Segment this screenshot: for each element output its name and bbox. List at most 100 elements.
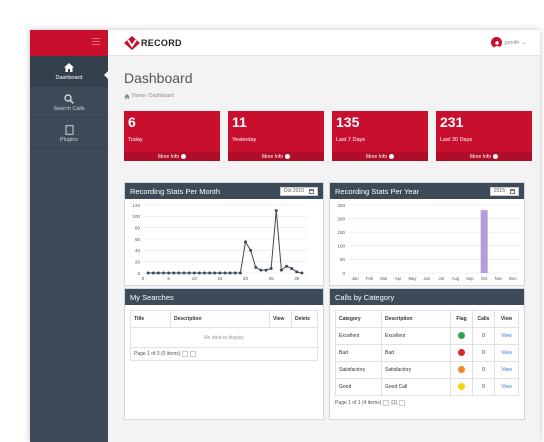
cell-view[interactable]: View — [494, 361, 519, 379]
cell-description: Bad — [381, 344, 451, 362]
x-tick-label: Jul — [438, 276, 443, 281]
user-menu[interactable]: jsmith ⌄ — [491, 37, 526, 48]
cell-view[interactable]: View — [494, 344, 519, 362]
sidebar-item-label: Plugins — [59, 137, 79, 143]
more-info-label: More Info — [365, 153, 388, 160]
sidebar-item-search-calls[interactable]: Search Calls — [30, 87, 108, 118]
table-row: Bad Bad 0 View — [335, 344, 519, 362]
home-icon — [63, 62, 75, 73]
calls-table: Category Description Flag Calls View Exc… — [335, 310, 519, 396]
data-point — [290, 266, 294, 270]
calls-by-category-panel: Calls by Category Category Description F… — [329, 288, 525, 420]
data-point — [249, 248, 253, 252]
data-point — [269, 266, 273, 270]
logo-text: RECORD — [141, 38, 182, 48]
month-selector-value: Oct 2015 — [283, 188, 304, 194]
x-tick-label: Jan — [352, 276, 359, 281]
cell-category: Good — [335, 378, 382, 396]
logo[interactable]: RECORD — [124, 36, 182, 50]
x-tick-label: Oct — [481, 276, 488, 281]
tile-label: Yesterday — [232, 137, 257, 143]
column-header[interactable]: Delete — [291, 310, 318, 328]
home-icon — [124, 93, 130, 99]
prev-page-button[interactable] — [182, 351, 189, 357]
column-header[interactable]: Description — [170, 310, 270, 328]
calendar-icon — [309, 188, 314, 194]
tile-last-30-days: 231 Last 30 Days More Info — [436, 111, 532, 161]
column-header[interactable]: Calls — [472, 310, 495, 328]
sidebar-item-dashboard[interactable]: Dashboard — [30, 56, 109, 87]
table-row: Excellent Excellent 0 View — [335, 327, 519, 345]
sidebar-header — [30, 30, 108, 56]
cell-category: Excellent — [335, 327, 382, 345]
x-tick-label: Jun — [423, 276, 430, 281]
x-tick-label: 5 — [167, 276, 170, 281]
x-tick-label: Nov — [495, 276, 503, 281]
data-point — [295, 270, 299, 274]
breadcrumb-separator-icon: › — [146, 93, 149, 99]
data-point — [213, 271, 217, 275]
data-point — [197, 271, 201, 275]
pager-text: Page 1 of 0 (0 items) — [134, 351, 181, 357]
cell-description: Excellent — [381, 327, 451, 345]
breadcrumb-home[interactable]: Home — [132, 93, 145, 99]
cell-description: Satisfactory — [381, 361, 451, 379]
more-info-link[interactable]: More Info — [436, 152, 532, 161]
x-tick-label: 30 — [294, 276, 300, 281]
more-info-link[interactable]: More Info — [228, 152, 324, 161]
avatar-icon — [491, 37, 503, 48]
panel-header: Recording Stats Per Month Oct 2015 — [125, 183, 323, 199]
breadcrumb: Home › Dashboard — [124, 93, 532, 99]
cell-flag — [450, 378, 473, 396]
cell-flag — [450, 344, 473, 362]
column-header[interactable]: Flag — [450, 310, 473, 328]
arrow-circle-icon — [493, 154, 499, 159]
table-row: Satisfactory Satisfactory 0 View — [335, 361, 519, 379]
column-header[interactable]: Title — [130, 310, 171, 328]
data-point — [146, 271, 150, 275]
data-point — [162, 271, 165, 275]
column-header[interactable]: View — [269, 310, 292, 328]
column-header[interactable]: View — [494, 310, 519, 328]
flag-icon — [458, 365, 465, 373]
table-row: Good Good Call 0 View — [335, 378, 519, 396]
more-info-link[interactable]: More Info — [124, 152, 220, 161]
arrow-circle-icon — [285, 154, 291, 159]
prev-page-button[interactable] — [383, 399, 390, 406]
year-selector[interactable]: 2015 — [489, 186, 519, 196]
x-tick-label: 0 — [142, 276, 145, 281]
empty-message: No data to display — [130, 327, 318, 348]
menu-toggle-icon[interactable] — [92, 38, 100, 39]
x-tick-label: Feb — [366, 276, 374, 281]
cell-category: Satisfactory — [335, 361, 382, 379]
more-info-link[interactable]: More Info — [332, 152, 428, 161]
data-point — [223, 271, 227, 275]
next-page-button[interactable] — [190, 351, 197, 357]
tile-yesterday: 11 Yesterday More Info — [228, 111, 324, 161]
cell-view[interactable]: View — [494, 327, 519, 345]
data-point — [218, 271, 222, 275]
bar — [480, 210, 488, 273]
year-chart-panel: Recording Stats Per Year 2015 0 50 100 150 2… — [329, 182, 525, 286]
column-header[interactable]: Description — [381, 310, 451, 328]
panel-header: Calls by Category — [330, 289, 524, 305]
data-point — [279, 268, 283, 272]
x-tick-label: 25 — [269, 276, 275, 281]
next-page-button[interactable] — [398, 399, 405, 406]
y-tick-label: 40 — [135, 248, 141, 253]
username: jsmith — [505, 39, 520, 46]
month-selector[interactable]: Oct 2015 — [279, 186, 318, 196]
tile-today: 6 Today More Info — [124, 111, 220, 161]
y-tick-label: 100 — [337, 244, 345, 249]
sidebar-item-plugins[interactable]: Plugins — [30, 118, 108, 149]
column-header[interactable]: Category — [335, 310, 382, 328]
arrow-circle-icon — [181, 154, 187, 159]
data-point — [156, 271, 160, 275]
page-number[interactable]: [1] — [391, 400, 397, 406]
data-point — [172, 271, 176, 275]
y-tick-label: 100 — [132, 214, 140, 219]
data-point — [228, 271, 232, 275]
cell-view[interactable]: View — [494, 378, 519, 396]
plugin-icon — [63, 124, 75, 135]
data-point — [233, 271, 237, 275]
